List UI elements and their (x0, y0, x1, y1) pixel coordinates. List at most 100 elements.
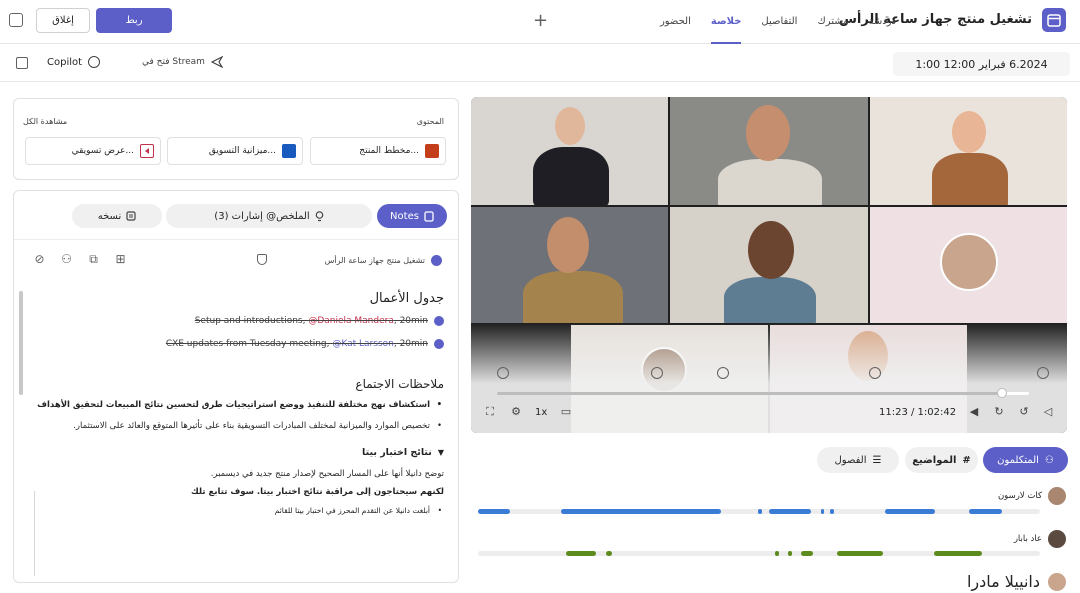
play-icon[interactable]: ◁ (1041, 405, 1055, 418)
speech-segment[interactable] (478, 509, 510, 514)
hide-eye-icon[interactable]: ⊘ (33, 253, 46, 266)
settings-gear-icon[interactable]: ⚙ (509, 405, 523, 418)
meeting-notes-heading: ملاحظات الاجتماع (355, 377, 444, 391)
volume-icon[interactable]: ◀ (967, 405, 981, 418)
chapter-marker-icon[interactable] (869, 367, 881, 379)
participant-avatar (940, 233, 998, 291)
checked-icon[interactable] (434, 339, 444, 349)
filter-speakers[interactable]: المتكلمون ⚇ (983, 447, 1068, 473)
checked-icon[interactable] (434, 316, 444, 326)
playback-rate[interactable]: 1x (535, 407, 547, 418)
share-people-icon[interactable]: ⚇ (60, 253, 73, 266)
participant-body (724, 277, 816, 323)
speech-segment[interactable] (885, 509, 935, 514)
connect-button[interactable]: ربط (96, 8, 172, 33)
copilot-label: Copilot (47, 56, 83, 68)
share-icon[interactable] (16, 57, 28, 69)
notes-panel: Notes الملخص@ إشارات (3) نسخه تشغيل منتج… (13, 190, 459, 583)
tab-transcript[interactable]: نسخه (72, 204, 162, 228)
stream-label: فتح في Stream (142, 57, 205, 67)
speaker-timeline[interactable] (478, 551, 1040, 556)
speech-segment[interactable] (821, 509, 824, 514)
speaker-marker-icon[interactable] (497, 367, 509, 379)
agenda-item-text: CXE updates from Tuesday meeting, @Kat L… (166, 339, 428, 349)
forward-10-icon[interactable]: ↻ (992, 405, 1006, 418)
speech-segment[interactable] (775, 551, 779, 556)
agenda-heading: جدول الأعمال (369, 291, 444, 306)
add-tab-icon[interactable]: + (533, 10, 548, 31)
loop-icon (431, 255, 442, 266)
beta-heading: نتائج اختبار بيتا (362, 447, 432, 458)
doc-name-label: تشغيل منتج جهاز ساعة الرأس (324, 256, 425, 265)
file-card-marketing-video[interactable]: عرض تسويقي... (25, 137, 161, 165)
chapter-marker-icon[interactable] (717, 367, 729, 379)
speech-segment[interactable] (561, 509, 721, 514)
speech-segment[interactable] (837, 551, 883, 556)
speaker-name: كات لارسون (997, 491, 1042, 501)
beta-section-toggle[interactable]: ▼ نتائج اختبار بيتا (34, 447, 444, 458)
content-panel: المحتوى مشاهدة الكل مخطط المنتج... ميزان… (13, 98, 459, 180)
lightbulb-icon (315, 210, 323, 221)
speaker-row[interactable]: دانييلا مادرا (967, 572, 1066, 591)
close-button[interactable]: إغلاق (36, 8, 90, 33)
tab-details[interactable]: التفاصيل (761, 0, 797, 44)
rewind-10-icon[interactable]: ↺ (1017, 405, 1031, 418)
tab-chat[interactable]: دردشة (869, 0, 896, 44)
speech-segment[interactable] (606, 551, 612, 556)
speech-segment[interactable] (801, 551, 813, 556)
seek-bar[interactable] (497, 392, 1029, 395)
recording-video-player[interactable]: ◁ ↺ ↻ ◀ 11:23 / 1:02:42 ▭ 1x ⚙ ⛶ (471, 97, 1067, 433)
tab-attendance[interactable]: الحضور (660, 0, 691, 44)
participant-head (555, 107, 585, 145)
speaker-row[interactable]: عاد بابار (1014, 530, 1066, 548)
beta-bullet: أبلغت دانيلا عن التقدم المحرز في اختبار … (34, 504, 444, 517)
participant-body (533, 147, 609, 205)
mention-daniela[interactable]: @Daniela Mandera (308, 316, 394, 326)
captions-icon[interactable]: ▭ (559, 405, 573, 418)
participant-head (748, 221, 794, 279)
loop-document-name[interactable]: تشغيل منتج جهاز ساعة الرأس (325, 255, 442, 266)
participant-body (718, 159, 822, 205)
chapter-marker-icon[interactable] (651, 367, 663, 379)
participant-tile (670, 207, 868, 323)
file-card-product-plan[interactable]: مخطط المنتج... (310, 137, 446, 165)
participant-head (952, 111, 986, 153)
speech-segment[interactable] (788, 551, 792, 556)
speech-segment[interactable] (830, 509, 834, 514)
filter-topics[interactable]: المواضيع # (905, 447, 978, 473)
open-in-stream-button[interactable]: فتح في Stream (142, 56, 223, 68)
file-name: ميزانية التسويق... (208, 146, 276, 156)
notes-icon (424, 210, 434, 222)
speech-segment[interactable] (758, 509, 762, 514)
speech-segment[interactable] (566, 551, 596, 556)
mention-kat[interactable]: @Kat Larsson (332, 339, 393, 349)
tab-shared[interactable]: مشترك (817, 0, 848, 44)
fullscreen-icon[interactable]: ⛶ (483, 405, 497, 419)
powerpoint-icon (425, 144, 439, 158)
apps-grid-icon[interactable]: ⊞ (114, 253, 127, 266)
speaker-marker-icon[interactable] (1037, 367, 1049, 379)
participant-body (523, 271, 623, 323)
shield-icon[interactable] (257, 254, 267, 265)
copilot-button[interactable]: Copilot (47, 56, 101, 68)
notes-bullet: استكشاف نهج مختلفة للتنفيذ ووضع استراتيج… (34, 399, 444, 412)
tab-recap[interactable]: خلاصة (710, 0, 741, 44)
speech-segment[interactable] (769, 509, 811, 514)
popout-icon[interactable] (9, 13, 23, 27)
tab-summary-mentions[interactable]: الملخص@ إشارات (3) (166, 204, 372, 228)
speaker-timeline[interactable] (478, 509, 1040, 514)
beta-bold-text: لكنهم سيحتاجون إلى مراقبة نتائج اختبار ب… (191, 487, 444, 497)
speech-segment[interactable] (969, 509, 1002, 514)
topics-label: المواضيع (912, 454, 957, 466)
notes-content: جدول الأعمال Setup and introductions, @D… (34, 291, 444, 525)
notes-scrollbar[interactable] (19, 291, 23, 395)
speech-segment[interactable] (934, 551, 982, 556)
speaker-row[interactable]: كات لارسون (998, 487, 1066, 505)
copy-component-icon[interactable]: ⧉ (87, 253, 100, 266)
tab-notes[interactable]: Notes (377, 204, 447, 228)
filter-chapters[interactable]: الفصول ☰ (817, 447, 899, 473)
list-icon: ☰ (872, 454, 882, 466)
file-card-marketing-budget[interactable]: ميزانية التسويق... (167, 137, 303, 165)
see-all-link[interactable]: مشاهدة الكل (23, 117, 67, 126)
stream-icon (210, 56, 223, 68)
